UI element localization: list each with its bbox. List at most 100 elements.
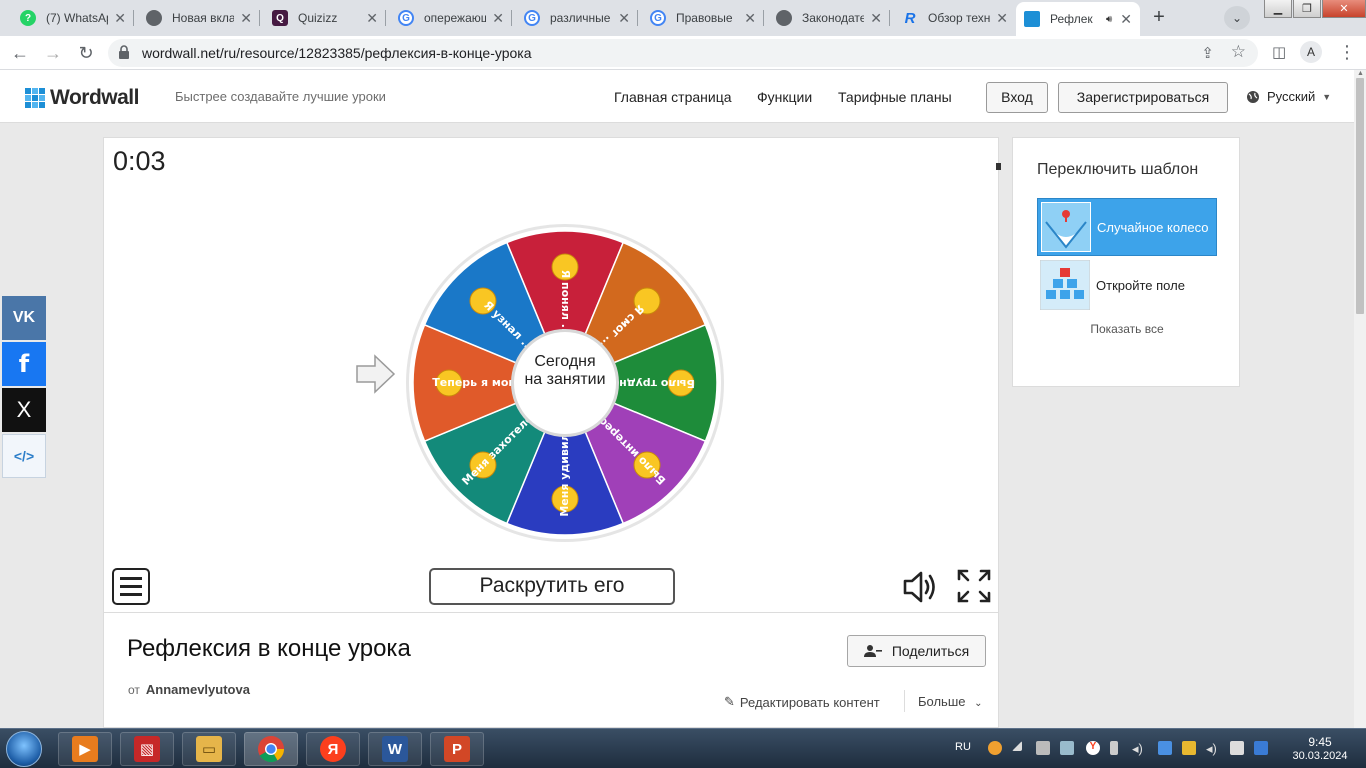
new-tab-button[interactable]: + xyxy=(1146,6,1172,30)
speaker-icon[interactable]: 🔊︎ xyxy=(1106,14,1112,25)
lock-icon xyxy=(119,45,129,59)
taskbar-chrome[interactable] xyxy=(244,732,298,766)
google-icon: G xyxy=(398,10,414,26)
network-icon[interactable] xyxy=(1158,741,1172,755)
signal-icon[interactable] xyxy=(1012,741,1022,751)
register-button[interactable]: Зарегистрироваться xyxy=(1058,82,1228,113)
address-bar[interactable]: wordwall.net/ru/resource/12823385/рефлек… xyxy=(108,39,1258,67)
close-tab-icon[interactable]: ✕ xyxy=(1120,11,1132,28)
wordwall-icon xyxy=(1024,11,1040,27)
close-tab-icon[interactable]: ✕ xyxy=(114,10,126,27)
url-text: wordwall.net/ru/resource/12823385/рефлек… xyxy=(142,45,532,61)
sound-icon[interactable] xyxy=(901,568,939,606)
yandex-tray-icon[interactable]: Y xyxy=(1086,741,1100,755)
more-dropdown[interactable]: Больше ⌄ xyxy=(918,694,983,709)
vk-share-button[interactable]: VK xyxy=(2,296,46,340)
page-scrollbar[interactable]: ▲ xyxy=(1354,70,1366,728)
edit-label: Редактировать контент xyxy=(739,694,880,710)
nav-pricing[interactable]: Тарифные планы xyxy=(838,89,952,105)
speaker-tray-icon[interactable]: ◂) xyxy=(1206,741,1220,756)
tab-quizizz[interactable]: Q Quizizz ✕ xyxy=(264,4,386,32)
windows-taskbar: ▶ ▧ ▭ Я W P RU Y ◂) ◂) 9:45 30.03.2024 xyxy=(0,728,1366,768)
minimize-button[interactable]: ▁ xyxy=(1264,0,1292,18)
share-button[interactable]: Поделиться xyxy=(847,635,986,667)
taskbar-yandex[interactable]: Я xyxy=(306,732,360,766)
chrome-icon xyxy=(146,10,162,26)
browser-tab-strip: ? (7) WhatsApp ✕ Новая вкладка ✕ Q Quizi… xyxy=(0,0,1366,36)
fullscreen-icon[interactable] xyxy=(956,568,992,604)
start-button[interactable] xyxy=(6,731,42,767)
volume-tray-icon[interactable]: ◂) xyxy=(1132,741,1146,756)
taskbar-powerpoint[interactable]: P xyxy=(430,732,484,766)
input-language[interactable]: RU xyxy=(955,741,971,753)
taskbar-media-player[interactable]: ▶ xyxy=(58,732,112,766)
collapse-handle[interactable] xyxy=(996,163,1001,170)
close-tab-icon[interactable]: ✕ xyxy=(618,10,630,27)
nav-home[interactable]: Главная страница xyxy=(614,89,732,105)
by-prefix: от xyxy=(128,683,140,697)
yandex-icon: Я xyxy=(320,736,346,762)
tab-obzor[interactable]: R Обзор техн ✕ xyxy=(894,4,1016,32)
scroll-up-arrow[interactable]: ▲ xyxy=(1357,70,1364,77)
tray-update-icon[interactable] xyxy=(1060,741,1074,755)
share-page-icon[interactable]: ⇪ xyxy=(1201,44,1214,62)
globe-icon xyxy=(1247,90,1259,103)
chevron-down-icon: ⌄ xyxy=(974,698,983,709)
google-icon: G xyxy=(524,10,540,26)
template-switcher: Переключить шаблон Случайное колесо Откр… xyxy=(1012,137,1240,387)
template-label: Откройте поле xyxy=(1096,277,1185,293)
reload-button[interactable]: ↻ xyxy=(74,41,98,65)
tab-google-3[interactable]: G Правовые ✕ xyxy=(642,4,764,32)
battery-icon[interactable] xyxy=(1110,741,1118,755)
game-menu-button[interactable] xyxy=(112,568,150,605)
forward-button[interactable]: → xyxy=(41,41,65,65)
close-tab-icon[interactable]: ✕ xyxy=(492,10,504,27)
edit-content-link[interactable]: ✎ Редактировать контент xyxy=(724,694,880,710)
action-center-icon[interactable] xyxy=(1230,741,1244,755)
back-button[interactable]: ← xyxy=(8,41,32,65)
close-tab-icon[interactable]: ✕ xyxy=(744,10,756,27)
tab-wordwall-active[interactable]: Рефлек 🔊︎ ✕ xyxy=(1016,2,1140,36)
author-link[interactable]: Annamevlyutova xyxy=(146,682,250,697)
taskbar-word[interactable]: W xyxy=(368,732,422,766)
tab-search-button[interactable]: ⌄ xyxy=(1224,6,1250,30)
close-tab-icon[interactable]: ✕ xyxy=(870,10,882,27)
tray-app-icon[interactable] xyxy=(988,741,1002,755)
show-all-templates-link[interactable]: Показать все xyxy=(1013,322,1241,336)
tab-new[interactable]: Новая вкладка ✕ xyxy=(138,4,260,32)
tray-shield-icon[interactable] xyxy=(1254,741,1268,755)
tab-google-1[interactable]: G опережающ ✕ xyxy=(390,4,512,32)
browser-menu-icon[interactable]: ⋮ xyxy=(1338,42,1356,63)
tab-zakonodat[interactable]: Законодате ✕ xyxy=(768,4,890,32)
bookmark-star-icon[interactable]: ☆ xyxy=(1231,42,1246,62)
login-button[interactable]: Вход xyxy=(986,82,1048,113)
embed-button[interactable]: </> xyxy=(2,434,46,478)
sidebar-toggle-icon[interactable]: ◫ xyxy=(1272,43,1286,61)
taskbar-photo-app[interactable]: ▧ xyxy=(120,732,174,766)
spin-button[interactable]: Раскрутить его xyxy=(429,568,675,605)
taskbar-explorer[interactable]: ▭ xyxy=(182,732,236,766)
open-box-thumbnail-icon xyxy=(1040,260,1090,310)
powerpoint-icon: P xyxy=(444,736,470,762)
tray-flash-icon[interactable] xyxy=(1182,741,1196,755)
profile-avatar[interactable]: A xyxy=(1300,41,1322,63)
close-tab-icon[interactable]: ✕ xyxy=(366,10,378,27)
template-open-box[interactable]: Откройте поле xyxy=(1037,256,1217,314)
maximize-button[interactable]: ❐ xyxy=(1293,0,1321,18)
close-tab-icon[interactable]: ✕ xyxy=(240,10,252,27)
facebook-share-button[interactable]: f xyxy=(2,342,46,386)
tab-google-2[interactable]: G различные ✕ xyxy=(516,4,638,32)
close-tab-icon[interactable]: ✕ xyxy=(996,10,1008,27)
tab-whatsapp[interactable]: ? (7) WhatsApp ✕ xyxy=(12,4,134,32)
wordwall-logo[interactable]: Wordwall xyxy=(25,86,139,110)
facebook-icon: f xyxy=(18,350,30,378)
window-close-button[interactable]: ✕ xyxy=(1322,0,1366,18)
nav-features[interactable]: Функции xyxy=(757,89,812,105)
template-random-wheel[interactable]: Случайное колесо xyxy=(1037,198,1217,256)
language-selector[interactable]: Русский ▼ xyxy=(1246,89,1331,104)
system-clock[interactable]: 9:45 30.03.2024 xyxy=(1290,735,1350,763)
tray-device-icon[interactable] xyxy=(1036,741,1050,755)
google-icon: G xyxy=(650,10,666,26)
x-share-button[interactable]: X xyxy=(2,388,46,432)
scrollbar-thumb[interactable] xyxy=(1356,78,1364,314)
